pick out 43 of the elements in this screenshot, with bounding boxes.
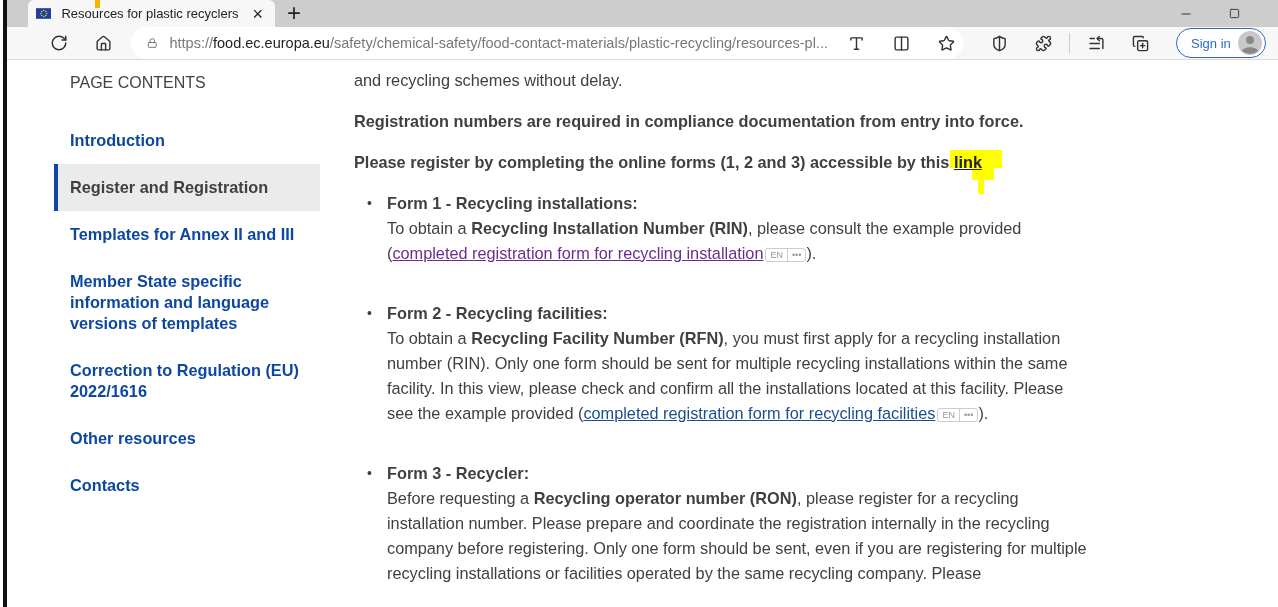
sidebar-link[interactable]: Register and Registration [54,164,320,211]
sidebar-link[interactable]: Templates for Annex II and III [54,211,320,258]
flag-icon [36,8,52,19]
browser-tab[interactable]: Resources for plastic recyclers × [28,0,275,27]
new-tab-button[interactable]: + [283,1,305,25]
bullet-mark: • [366,194,373,213]
url-text: https://food.ec.europa.eu/safety/chemical-safety/food-contact-materials/plastic-recycling/resources-pl... [169,35,828,51]
reload-icon[interactable] [50,34,68,52]
letter-icon[interactable] [847,34,865,52]
favorite-star-icon[interactable] [938,34,955,52]
form-title: Form 3 - Recycler: [387,463,531,484]
puzzle-icon[interactable] [1034,34,1052,52]
sidebar-link[interactable]: Correction to Regulation (EU) 2022/1616 [54,347,320,415]
form-description: Before requesting a Recycling operator number (RON), please register for a recycling installation number. Please prepare and coordinate the registration internally in the recycling company before registering. Only one form should be sent, even if you are registering for multiple recycling installations or facilities operated by the same recycling company. Please [387,488,1087,584]
sidebar-link[interactable]: Other resources [54,415,320,462]
shield-icon[interactable] [990,34,1008,52]
notice-text: Registration numbers are required in compliance documentation from entry into force. [354,111,1025,132]
form-description: To obtain a Recycling Facility Number (RFN), you must first apply for a recycling installation number (RIN). Only one form should be sent for multiple recycling installations within the same facility. In this view, please check and confirm all the installations located at this facility. Please see the example provided (completed registration form for recycling facilities EN ••• ). [387,328,1069,424]
form-example-link[interactable]: completed registration form for recycling installation [392,244,764,262]
form-description: To obtain a Recycling Installation Number (RIN), please consult the example provided (completed registration form for recycling installation EN ••• ). [387,218,1023,264]
favorites-list-icon[interactable] [1087,34,1105,52]
form-example-link[interactable]: completed registration form for recycling facilities [583,404,936,422]
close-tab-button[interactable]: × [248,4,267,23]
bullet-mark: • [366,464,373,483]
bullet-mark: • [366,304,373,323]
lock-icon [147,36,158,50]
register-text: Please register by completing the online forms (1, 2 and 3) accessible by this [354,153,950,171]
tab-title: Resources for plastic recyclers [61,6,239,21]
sidebar-link[interactable]: Contacts [54,462,320,509]
sidebar-link[interactable]: Member State specific information and language versions of templates [54,258,320,347]
home-icon[interactable] [94,34,112,52]
form-title: Form 1 - Recycling installations: [387,193,639,214]
sidebar-heading: PAGE CONTENTS [69,73,207,93]
form-title: Form 2 - Recycling facilities: [387,303,609,324]
paragraph: and recycling schemes without delay. [354,70,624,91]
collections-icon[interactable] [1131,34,1149,52]
address-bar[interactable]: https://food.ec.europa.eu/safety/chemical-safety/food-contact-materials/plastic-recycling/resources-pl... [131,27,963,59]
sign-in-button[interactable]: Sign in [1176,28,1266,58]
highlight-mark [95,0,100,8]
restore-icon[interactable] [1228,8,1240,19]
avatar-icon [1238,31,1262,55]
reader-view-icon[interactable] [892,34,910,52]
sidebar-link[interactable]: Introduction [54,117,320,164]
